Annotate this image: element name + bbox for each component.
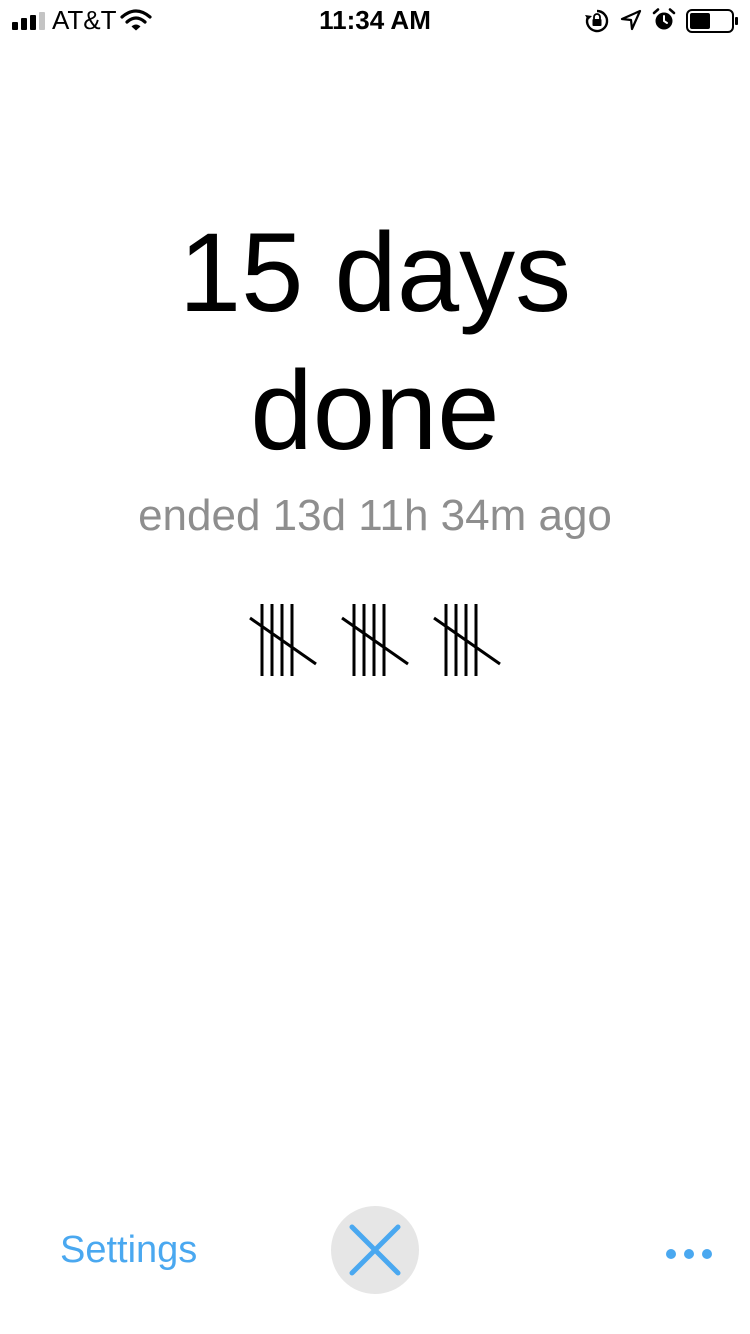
tally-marks: [249, 604, 501, 676]
close-button[interactable]: [331, 1206, 419, 1294]
headline-done: done: [250, 348, 500, 473]
tally-group: [341, 604, 409, 676]
tally-group: [433, 604, 501, 676]
location-icon: [620, 9, 642, 31]
close-icon: [349, 1224, 401, 1276]
status-bar: AT&T 11:34 AM: [0, 0, 750, 40]
screen: AT&T 11:34 AM 15 days done ended 13d 11h…: [0, 0, 750, 1334]
alarm-icon: [652, 8, 676, 30]
streak-headline: 15 days done: [0, 204, 750, 480]
tally-group: [249, 604, 317, 676]
rotation-lock-icon: [585, 9, 609, 33]
ended-ago-text: ended 13d 11h 34m ago: [138, 491, 612, 540]
battery-icon: [686, 9, 738, 33]
more-icon[interactable]: [662, 1236, 716, 1272]
settings-button[interactable]: Settings: [60, 1226, 197, 1274]
headline-days: 15 days: [178, 210, 572, 335]
